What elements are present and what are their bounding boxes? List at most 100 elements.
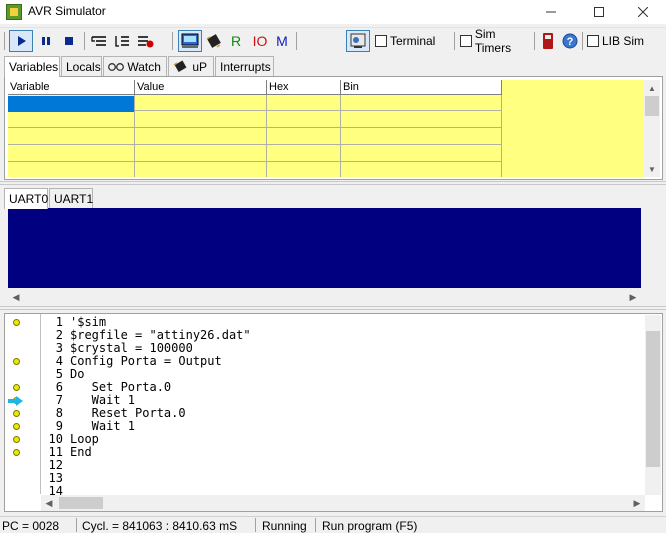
lib-sim-check-box[interactable] <box>587 35 599 47</box>
variables-grid[interactable]: Variable Value Hex Bin <box>8 80 645 177</box>
current-line-arrow-icon <box>8 396 24 406</box>
step-into-button[interactable] <box>88 30 110 52</box>
scroll-down-icon[interactable]: ▼ <box>644 161 660 177</box>
stop-icon <box>65 37 73 45</box>
column-variable[interactable]: Variable <box>8 80 135 95</box>
io-button[interactable]: IO <box>248 30 272 52</box>
help-icon: ? <box>562 33 578 49</box>
pause-button[interactable] <box>35 30 57 52</box>
status-state: Running <box>262 519 307 533</box>
lib-sim-checkbox[interactable]: LIB Sim <box>587 30 649 52</box>
tab-uart0[interactable]: UART0 <box>4 188 48 209</box>
editor-vertical-scrollbar[interactable] <box>645 315 661 495</box>
scroll-left-icon[interactable]: ◀ <box>8 289 24 305</box>
selected-cell[interactable] <box>8 96 134 112</box>
breakpoint-marker-icon[interactable] <box>13 358 20 365</box>
tab-watch[interactable]: Watch <box>103 56 167 76</box>
lcd-button[interactable] <box>178 30 202 52</box>
terminal-check-box[interactable] <box>375 35 387 47</box>
run-to-breakpoint-button[interactable] <box>134 30 156 52</box>
maximize-button[interactable] <box>576 0 622 24</box>
status-cycles: Cycl. = 841063 : 8410.63 mS <box>82 519 238 533</box>
tab-uart1[interactable]: UART1 <box>49 188 93 208</box>
play-icon <box>18 36 26 46</box>
scroll-thumb[interactable] <box>646 331 660 467</box>
scroll-thumb[interactable] <box>59 497 103 509</box>
help-button[interactable]: ? <box>560 30 580 52</box>
lib-sim-label: LIB Sim <box>602 34 645 48</box>
uart-horizontal-scrollbar[interactable]: ◀ ▶ <box>8 289 641 305</box>
remote-button[interactable] <box>538 30 558 52</box>
tab-label: UART1 <box>54 192 94 206</box>
splitter[interactable] <box>0 306 666 310</box>
window-title: AVR Simulator <box>28 4 106 18</box>
close-icon <box>638 7 648 17</box>
stop-button[interactable] <box>58 30 80 52</box>
breakpoint-gutter[interactable] <box>5 314 41 494</box>
table-row[interactable] <box>8 146 501 162</box>
chip-button[interactable] <box>203 30 225 52</box>
scroll-up-icon[interactable]: ▲ <box>644 80 660 96</box>
sim-timers-checkbox[interactable]: Sim Timers <box>460 27 534 55</box>
sim-timers-check-box[interactable] <box>460 35 472 47</box>
tab-variables[interactable]: Variables <box>4 56 60 77</box>
terminal-icon <box>350 33 366 48</box>
scroll-right-icon[interactable]: ▶ <box>629 495 645 511</box>
breakpoint-marker-icon[interactable] <box>13 319 20 326</box>
terminal-label: Terminal <box>390 34 436 48</box>
minimize-button[interactable] <box>528 0 574 24</box>
column-value[interactable]: Value <box>135 80 267 95</box>
tab-interrupts[interactable]: Interrupts <box>215 56 274 76</box>
close-button[interactable] <box>620 0 666 24</box>
table-row[interactable] <box>8 112 501 128</box>
tab-up[interactable]: uP <box>168 56 214 76</box>
tab-locals[interactable]: Locals <box>61 56 102 76</box>
tab-label: Interrupts <box>220 60 271 74</box>
table-row[interactable] <box>8 163 501 177</box>
title-bar: AVR Simulator <box>0 0 666 24</box>
code-line[interactable]: End <box>70 446 92 459</box>
chip-icon <box>206 34 221 48</box>
editor-horizontal-scrollbar[interactable]: ◀ ▶ <box>41 495 645 511</box>
scroll-left-icon[interactable]: ◀ <box>41 495 57 511</box>
column-hex[interactable]: Hex <box>267 80 341 95</box>
code-line[interactable]: Config Porta = Output <box>70 355 222 368</box>
status-bar: PC = 0028 Cycl. = 841063 : 8410.63 mS Ru… <box>0 516 666 533</box>
tab-label: UART0 <box>9 192 49 206</box>
step-over-button[interactable] <box>111 30 133 52</box>
step-over-icon <box>115 36 129 47</box>
breakpoint-marker-icon[interactable] <box>13 436 20 443</box>
variables-scrollbar[interactable]: ▲ ▼ <box>644 80 660 177</box>
tab-label: uP <box>192 60 208 74</box>
splitter[interactable] <box>0 181 666 185</box>
column-bin[interactable]: Bin <box>341 80 502 95</box>
code-editor[interactable]: 1 '$sim 2 $regfile = "attiny26.dat" 3 $crysta… <box>4 313 663 512</box>
breakpoint-marker-icon[interactable] <box>13 449 20 456</box>
lcd-icon <box>181 33 199 48</box>
register-button[interactable]: R <box>227 30 245 52</box>
glasses-icon <box>108 63 124 71</box>
breakpoint-marker-icon[interactable] <box>13 410 20 417</box>
avr-simulator-window: AVR Simulator R IO M Terminal Sim Timers… <box>0 0 666 533</box>
memory-icon: M <box>276 33 288 49</box>
step-into-icon <box>91 36 106 46</box>
scroll-right-icon[interactable]: ▶ <box>625 289 641 305</box>
run-button[interactable] <box>9 30 33 52</box>
io-icon: IO <box>252 33 268 49</box>
status-pc: PC = 0028 <box>2 519 60 533</box>
terminal-checkbox[interactable]: Terminal <box>375 30 461 52</box>
pause-icon <box>42 37 50 45</box>
tab-label: Watch <box>127 60 161 74</box>
tab-label: Locals <box>66 60 101 74</box>
memory-button[interactable]: M <box>273 30 291 52</box>
app-icon <box>6 4 22 20</box>
breakpoint-marker-icon[interactable] <box>13 384 20 391</box>
scroll-thumb[interactable] <box>645 96 659 116</box>
table-row[interactable] <box>8 129 501 145</box>
terminal-icon-button[interactable] <box>346 30 370 52</box>
breakpoint-marker-icon[interactable] <box>13 423 20 430</box>
uart-terminal-output[interactable] <box>8 208 641 288</box>
run-to-breakpoint-icon <box>138 36 154 48</box>
register-icon: R <box>230 33 242 49</box>
svg-text:?: ? <box>567 36 574 48</box>
